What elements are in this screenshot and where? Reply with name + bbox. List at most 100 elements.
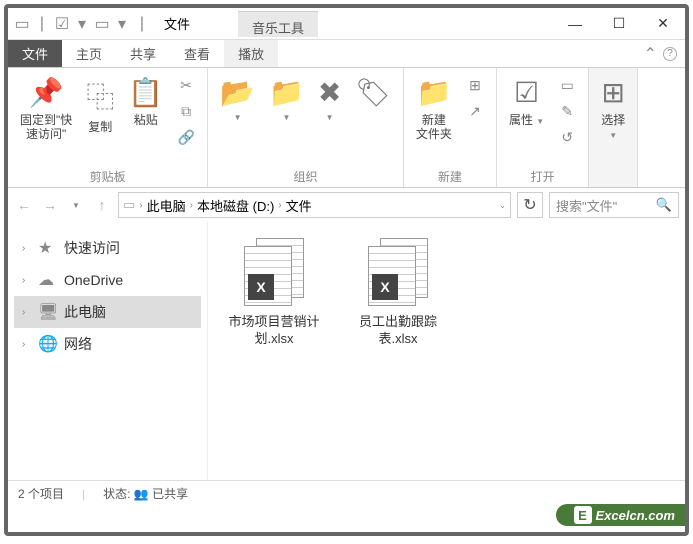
group-label-new: 新建 bbox=[438, 166, 462, 185]
navigation-pane: › ★ 快速访问 › ☁ OneDrive › 🖥 此电脑 › 🌐 网络 bbox=[8, 222, 208, 480]
chevron-right-icon: › bbox=[22, 243, 32, 254]
tab-home[interactable]: 主页 bbox=[62, 40, 116, 67]
history-dropdown-icon[interactable]: ▼ bbox=[66, 195, 86, 215]
refresh-button[interactable]: ↻ bbox=[517, 192, 543, 218]
up-button[interactable]: ↑ bbox=[92, 195, 112, 215]
status-value: 已共享 bbox=[152, 487, 188, 501]
crumb-pc[interactable]: 此电脑 bbox=[147, 196, 186, 215]
newfolder-button[interactable]: 📁 新建 文件夹 bbox=[412, 74, 456, 144]
paste-button[interactable]: 📋 粘贴 bbox=[124, 74, 167, 129]
excel-file-icon: X bbox=[368, 238, 428, 308]
file-list: X 市场项目营销计划.xlsx X 员工出勤跟踪表.xlsx bbox=[208, 222, 685, 480]
monitor-icon: 🖥 bbox=[38, 302, 58, 322]
chevron-right-icon[interactable]: › bbox=[139, 200, 142, 211]
watermark: E Excelcn.com bbox=[556, 504, 686, 526]
watermark-logo-icon: E bbox=[574, 506, 592, 524]
cloud-icon: ☁ bbox=[38, 270, 58, 290]
properties-button[interactable]: ☑ 属性 ▼ bbox=[505, 74, 548, 129]
qat-customize-icon[interactable]: ▾ bbox=[114, 16, 130, 32]
excel-file-icon: X bbox=[244, 238, 304, 308]
moveto-button[interactable]: 📂▼ bbox=[216, 74, 259, 124]
collapse-ribbon-icon[interactable]: ⌃ bbox=[644, 44, 657, 64]
drive-icon: ▭ bbox=[123, 197, 135, 213]
nav-quick-access[interactable]: › ★ 快速访问 bbox=[14, 232, 201, 264]
file-name-label: 市场项目营销计划.xlsx bbox=[224, 314, 324, 348]
help-icon[interactable]: ? bbox=[663, 47, 677, 61]
status-label: 状态: bbox=[103, 487, 130, 501]
paste-icon: 📋 bbox=[128, 76, 163, 109]
search-input[interactable]: 搜索"文件" 🔍 bbox=[549, 192, 679, 218]
group-label-open: 打开 bbox=[531, 166, 555, 185]
nav-network[interactable]: › 🌐 网络 bbox=[14, 328, 201, 360]
qat-sep: | bbox=[34, 16, 50, 32]
file-name-label: 员工出勤跟踪表.xlsx bbox=[348, 314, 448, 348]
chevron-right-icon[interactable]: › bbox=[190, 200, 193, 211]
nav-onedrive[interactable]: › ☁ OneDrive bbox=[14, 264, 201, 296]
edit-icon[interactable]: ✎ bbox=[554, 100, 580, 122]
qat-dropdown-icon[interactable]: ▾ bbox=[74, 16, 90, 32]
close-button[interactable]: ✕ bbox=[641, 9, 685, 39]
delete-button[interactable]: ✖▼ bbox=[314, 74, 345, 124]
file-item[interactable]: X 员工出勤跟踪表.xlsx bbox=[348, 238, 448, 348]
search-placeholder: 搜索"文件" bbox=[556, 196, 617, 215]
address-bar: ← → ▼ ↑ ▭ › 此电脑 › 本地磁盘 (D:) › 文件 ⌄ ↻ 搜索"… bbox=[8, 188, 685, 222]
newfolder-icon: 📁 bbox=[416, 76, 451, 109]
title-bar: ▭ | ☑ ▾ ▭ ▾ | 文件 音乐工具 — ☐ ✕ bbox=[8, 8, 685, 40]
copy-button[interactable]: ⿻ 复制 bbox=[82, 74, 118, 136]
copyto-icon: 📁 bbox=[269, 76, 304, 109]
maximize-button[interactable]: ☐ bbox=[597, 9, 641, 39]
back-button[interactable]: ← bbox=[14, 195, 34, 215]
delete-icon: ✖ bbox=[318, 76, 341, 109]
rename-button[interactable]: 🏷 bbox=[351, 74, 395, 111]
ribbon-group-select: ⊞ 选择▼ bbox=[589, 68, 638, 187]
breadcrumb[interactable]: ▭ › 此电脑 › 本地磁盘 (D:) › 文件 ⌄ bbox=[118, 192, 511, 218]
history-icon[interactable]: ↺ bbox=[554, 126, 580, 148]
rename-icon: 🏷 bbox=[355, 76, 391, 109]
chevron-right-icon: › bbox=[22, 307, 32, 318]
context-tab-label: 音乐工具 bbox=[238, 11, 318, 37]
chevron-right-icon: › bbox=[22, 339, 32, 350]
group-label-organize: 组织 bbox=[294, 166, 318, 185]
item-count: 2 个项目 bbox=[18, 485, 64, 502]
tab-share[interactable]: 共享 bbox=[116, 40, 170, 67]
copypath-icon[interactable]: ⧉ bbox=[173, 100, 199, 122]
crumb-drive[interactable]: 本地磁盘 (D:) bbox=[197, 196, 274, 215]
ribbon: 📌 固定到"快 速访问" ⿻ 复制 📋 粘贴 ✂ ⧉ 🔗 剪贴板 bbox=[8, 68, 685, 188]
minimize-button[interactable]: — bbox=[553, 9, 597, 39]
tab-view[interactable]: 查看 bbox=[170, 40, 224, 67]
folder-icon: ▭ bbox=[14, 16, 30, 32]
address-dropdown-icon[interactable]: ⌄ bbox=[499, 201, 506, 210]
group-label-clipboard: 剪贴板 bbox=[90, 166, 126, 185]
people-icon: 👥 bbox=[134, 487, 149, 501]
moveto-icon: 📂 bbox=[220, 76, 255, 109]
chevron-right-icon[interactable]: › bbox=[278, 200, 281, 211]
select-button[interactable]: ⊞ 选择▼ bbox=[597, 74, 629, 144]
properties-icon[interactable]: ☑ bbox=[54, 16, 70, 32]
chevron-right-icon: › bbox=[22, 275, 32, 286]
nav-this-pc[interactable]: › 🖥 此电脑 bbox=[14, 296, 201, 328]
search-icon: 🔍 bbox=[656, 197, 672, 213]
status-bar: 2 个项目 | 状态: 👥 已共享 bbox=[8, 480, 685, 506]
pin-button[interactable]: 📌 固定到"快 速访问" bbox=[16, 74, 76, 144]
newitem-icon[interactable]: ⊞ bbox=[462, 74, 488, 96]
forward-button[interactable]: → bbox=[40, 195, 60, 215]
ribbon-tabs: 文件 主页 共享 查看 播放 ⌃ ? bbox=[8, 40, 685, 68]
select-icon: ⊞ bbox=[601, 76, 624, 109]
network-icon: 🌐 bbox=[38, 334, 58, 354]
window-title: 文件 bbox=[156, 14, 198, 33]
newfolder-qat-icon[interactable]: ▭ bbox=[94, 16, 110, 32]
crumb-folder[interactable]: 文件 bbox=[286, 196, 312, 215]
tab-play[interactable]: 播放 bbox=[224, 40, 278, 67]
copyto-button[interactable]: 📁▼ bbox=[265, 74, 308, 124]
checkbox-icon: ☑ bbox=[514, 76, 539, 109]
cut-icon[interactable]: ✂ bbox=[173, 74, 199, 96]
ribbon-group-clipboard: 📌 固定到"快 速访问" ⿻ 复制 📋 粘贴 ✂ ⧉ 🔗 剪贴板 bbox=[8, 68, 208, 187]
easyaccess-icon[interactable]: ↗ bbox=[462, 100, 488, 122]
qat-sep2: | bbox=[134, 16, 150, 32]
ribbon-group-organize: 📂▼ 📁▼ ✖▼ 🏷 组织 bbox=[208, 68, 404, 187]
star-icon: ★ bbox=[38, 238, 58, 258]
tab-file[interactable]: 文件 bbox=[8, 40, 62, 67]
open-icon[interactable]: ▭ bbox=[554, 74, 580, 96]
paste-shortcut-icon[interactable]: 🔗 bbox=[173, 126, 199, 148]
file-item[interactable]: X 市场项目营销计划.xlsx bbox=[224, 238, 324, 348]
